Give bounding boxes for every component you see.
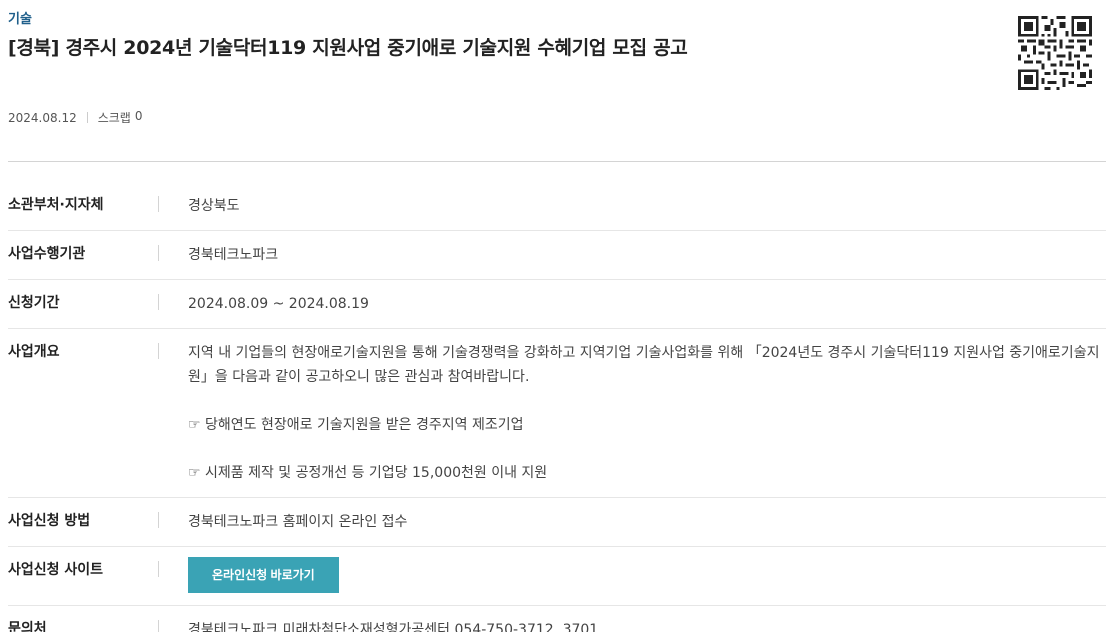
post-date: 2024.08.12 bbox=[8, 110, 77, 125]
overview-bullet: ☞ 시제품 제작 및 공정개선 등 기업당 15,000천원 이내 지원 bbox=[188, 465, 548, 481]
row-divider bbox=[158, 561, 159, 577]
row-method: 사업신청 방법 경북테크노파크 홈페이지 온라인 접수 bbox=[8, 498, 1106, 547]
overview-value: 지역 내 기업들의 현장애로기술지원을 통해 기술경쟁력을 강화하고 지역기업 … bbox=[188, 341, 1106, 485]
category-label: 기술 bbox=[8, 12, 32, 27]
period-value: 2024.08.09 ~ 2024.08.19 bbox=[188, 296, 369, 312]
ministry-value: 경상북도 bbox=[188, 198, 240, 214]
online-apply-button[interactable]: 온라인신청 바로가기 bbox=[188, 557, 339, 593]
row-agency: 사업수행기관 경북테크노파크 bbox=[8, 231, 1106, 280]
method-label: 사업신청 방법 bbox=[8, 513, 91, 529]
scrap-count: 0 bbox=[134, 109, 143, 123]
row-divider bbox=[158, 196, 159, 212]
info-table: 소관부처·지자체 경상북도 사업수행기관 경북테크노파크 신청기간 2024.0… bbox=[8, 182, 1106, 632]
site-label: 사업신청 사이트 bbox=[8, 562, 104, 578]
row-period: 신청기간 2024.08.09 ~ 2024.08.19 bbox=[8, 280, 1106, 329]
divider bbox=[8, 161, 1106, 162]
overview-bullet: ☞ 당해연도 현장애로 기술지원을 받은 경주지역 제조기업 bbox=[188, 417, 524, 433]
scrap-info[interactable]: 스크랩 0 bbox=[98, 109, 143, 126]
ministry-label: 소관부처·지자체 bbox=[8, 197, 104, 213]
row-contact: 문의처 경북테크노파크 미래차첨단소재성형가공센터 054-750-3712, … bbox=[8, 606, 1106, 632]
row-divider bbox=[158, 294, 159, 310]
row-divider bbox=[158, 245, 159, 261]
agency-label: 사업수행기관 bbox=[8, 246, 86, 262]
overview-label: 사업개요 bbox=[8, 344, 60, 360]
method-value: 경북테크노파크 홈페이지 온라인 접수 bbox=[188, 514, 408, 530]
contact-label: 문의처 bbox=[8, 621, 47, 632]
row-ministry: 소관부처·지자체 경상북도 bbox=[8, 182, 1106, 231]
qr-code-icon bbox=[1018, 16, 1092, 90]
period-label: 신청기간 bbox=[8, 295, 60, 311]
contact-value: 경북테크노파크 미래차첨단소재성형가공센터 054-750-3712, 3701 bbox=[188, 622, 599, 632]
row-divider bbox=[158, 512, 159, 528]
row-divider bbox=[158, 343, 159, 359]
row-site: 사업신청 사이트 온라인신청 바로가기 bbox=[8, 547, 1106, 606]
meta-divider bbox=[86, 112, 88, 123]
post-meta: 2024.08.12 스크랩 0 bbox=[8, 109, 142, 126]
row-divider bbox=[158, 620, 159, 632]
agency-value: 경북테크노파크 bbox=[188, 247, 279, 263]
scrap-label[interactable]: 스크랩 bbox=[98, 109, 131, 126]
row-overview: 사업개요 지역 내 기업들의 현장애로기술지원을 통해 기술경쟁력을 강화하고 … bbox=[8, 329, 1106, 498]
overview-paragraph: 지역 내 기업들의 현장애로기술지원을 통해 기술경쟁력을 강화하고 지역기업 … bbox=[188, 345, 1100, 385]
page-title: [경북] 경주시 2024년 기술닥터119 지원사업 중기애로 기술지원 수혜… bbox=[8, 37, 688, 59]
